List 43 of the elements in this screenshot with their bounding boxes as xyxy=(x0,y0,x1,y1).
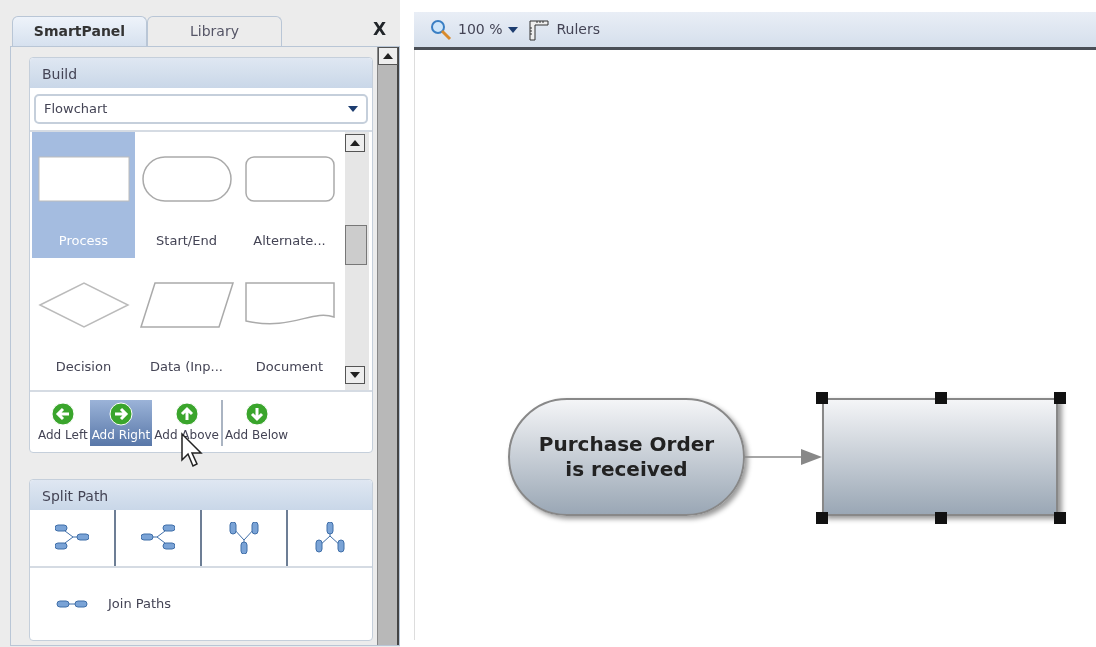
join-paths-button[interactable]: Join Paths xyxy=(30,568,198,640)
tab[interactable]: SmartPanel xyxy=(12,16,147,46)
dropdown[interactable]: Flowchart xyxy=(34,94,368,124)
shape-tile[interactable]: Data (Inp... xyxy=(135,258,238,384)
resize-handle[interactable] xyxy=(1054,512,1066,524)
zoom-button[interactable]: 100 % xyxy=(430,18,519,41)
split-path-icon xyxy=(227,522,261,554)
caret-icon xyxy=(508,26,519,33)
shape-label: Document xyxy=(255,357,324,376)
shape-label: Data (Inp... xyxy=(150,357,223,376)
close-button[interactable]: X xyxy=(372,17,386,43)
resize-handle[interactable] xyxy=(1054,392,1066,404)
join-paths-icon xyxy=(56,598,88,609)
resize-handle[interactable] xyxy=(816,512,828,524)
rulers-button[interactable]: Rulers xyxy=(528,18,600,41)
shape-label: Start/End xyxy=(156,231,217,250)
shape-text: Purchase Order is received xyxy=(538,432,715,482)
shape-tile[interactable]: Document xyxy=(238,258,341,384)
add-button[interactable]: Add Left xyxy=(36,400,90,446)
resize-handle[interactable] xyxy=(935,512,947,524)
shape-label: Alternate... xyxy=(253,231,326,250)
shape-tile[interactable]: Alternate... xyxy=(238,132,341,258)
arrow-right-icon xyxy=(108,402,133,426)
section-header: Split Path xyxy=(30,480,372,510)
scrollbar[interactable] xyxy=(345,132,369,390)
tab[interactable]: Library xyxy=(147,16,282,46)
magnifier-icon xyxy=(430,18,452,41)
resize-handle[interactable] xyxy=(935,392,947,404)
ruler-icon xyxy=(528,18,551,41)
caret-icon xyxy=(348,106,358,112)
add-button[interactable]: Add Below xyxy=(223,400,291,446)
shape-label: Process xyxy=(58,231,109,250)
arrow-up-icon xyxy=(174,402,199,426)
shape-label: Decision xyxy=(55,357,112,376)
resize-handle[interactable] xyxy=(816,392,828,404)
arrow-left-icon xyxy=(50,402,75,426)
add-button[interactable]: Add Right xyxy=(89,400,153,446)
scrollbar[interactable] xyxy=(377,47,399,645)
arrow-down-icon xyxy=(244,402,269,426)
shape-tile[interactable]: Start/End xyxy=(135,132,238,258)
shape-tile[interactable]: Decision xyxy=(32,258,135,384)
split-path-icon xyxy=(313,522,347,554)
section-header: Build xyxy=(30,58,372,88)
